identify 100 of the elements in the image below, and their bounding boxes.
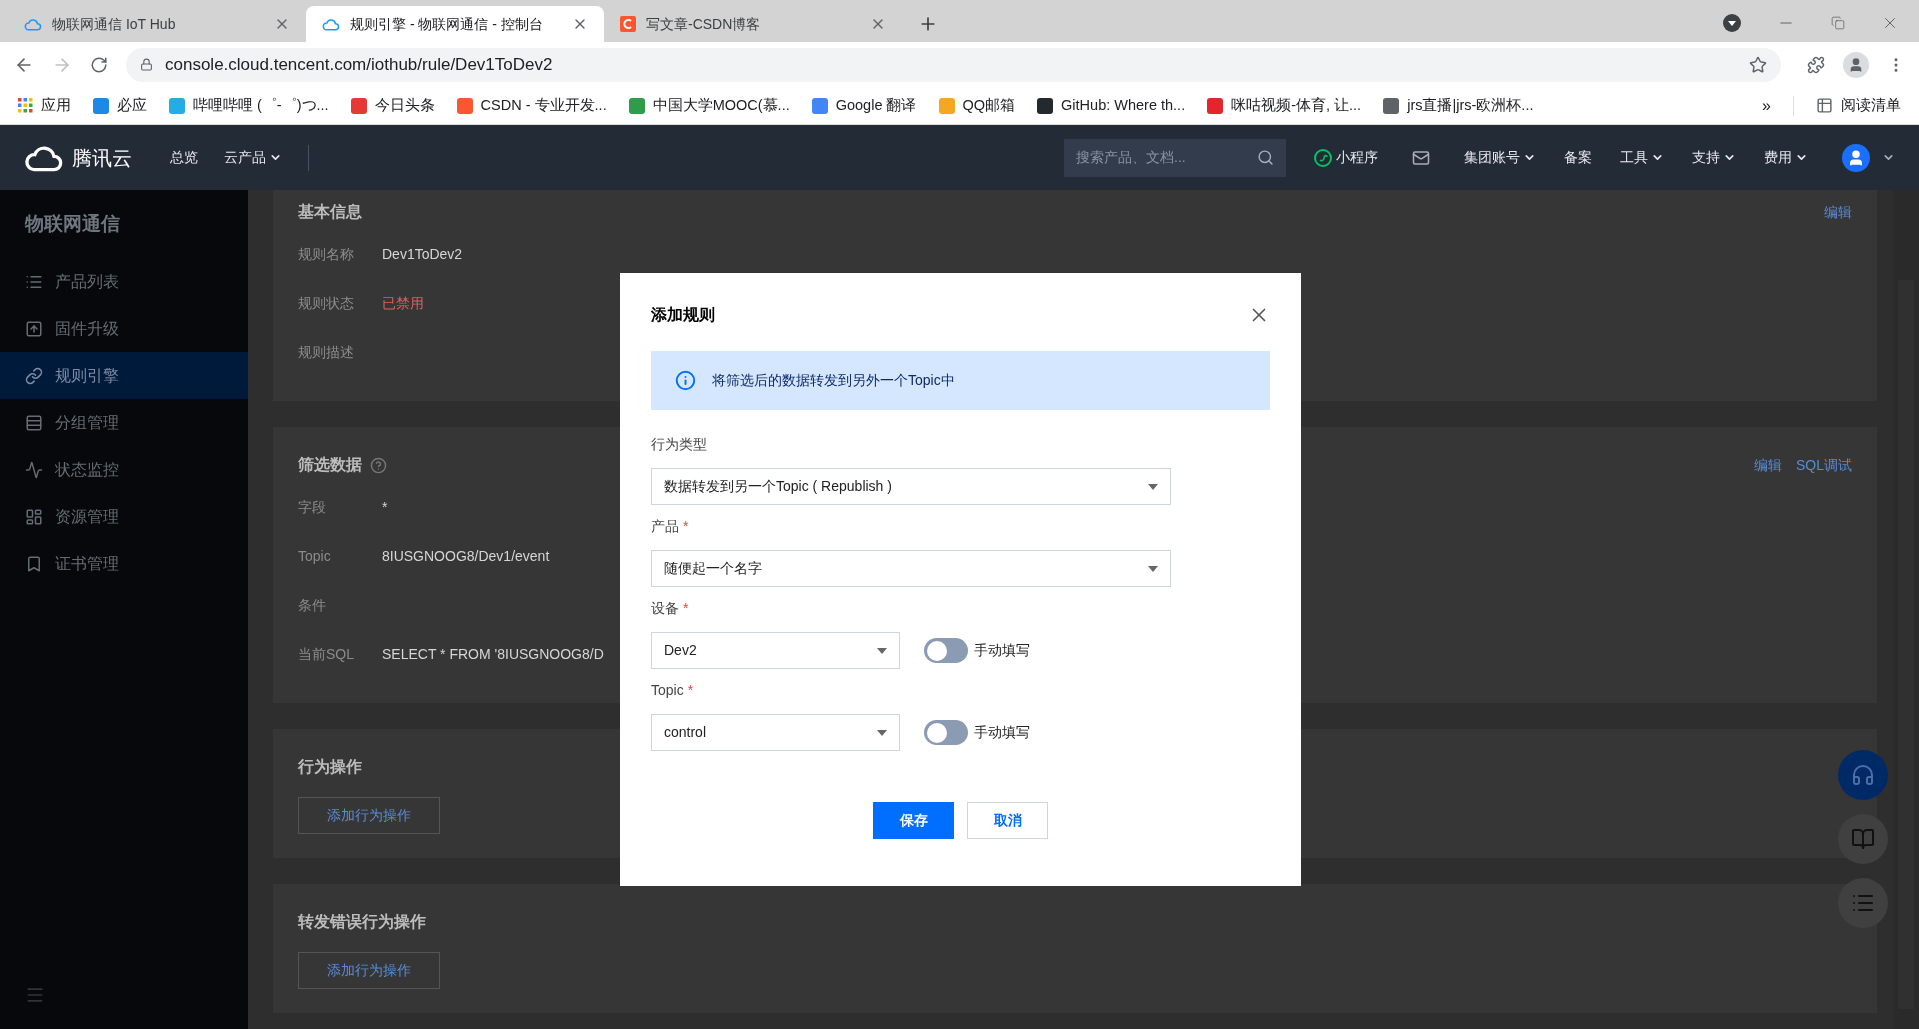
form-label: 产品 [651, 516, 679, 536]
sidebar-item[interactable]: 证书管理 [0, 540, 248, 587]
bookmark-link[interactable]: 今日头条 [350, 94, 435, 117]
notice-text: 将筛选后的数据转发到另外一个Topic中 [712, 371, 955, 390]
bookmark-link[interactable]: 应用 [18, 94, 71, 117]
headset-icon [1851, 763, 1875, 787]
mini-program-icon [1314, 148, 1332, 167]
dropdown-arrow-icon [877, 729, 887, 736]
field-value: SELECT * FROM '8IUSGNOOG8/D [382, 645, 604, 664]
tab-search-icon[interactable] [1723, 14, 1741, 32]
search-field[interactable]: 搜索产品、文档... [1064, 138, 1286, 177]
nav-menu-item[interactable]: 工具 [1620, 147, 1664, 168]
profile-avatar[interactable] [1843, 51, 1869, 78]
sidebar-item[interactable]: 固件升级 [0, 305, 248, 352]
search-placeholder: 搜索产品、文档... [1076, 148, 1187, 167]
sidebar-item[interactable]: 规则引擎 [0, 352, 248, 399]
tab-title: 写文章-CSDN博客 [646, 14, 762, 34]
reading-list-button[interactable]: 阅读清单 [1816, 94, 1901, 117]
tab-title: 物联网通信 IoT Hub [52, 14, 177, 34]
required-mark: * [687, 680, 694, 700]
mail-icon[interactable] [1412, 148, 1430, 167]
dropdown-arrow-icon [1148, 565, 1158, 572]
nav-link[interactable]: 云产品 [224, 147, 282, 168]
field-label: 规则描述 [298, 343, 355, 362]
more-bookmarks-button[interactable]: » [1762, 93, 1771, 118]
action-link[interactable]: 编辑 [1824, 201, 1852, 223]
field-label: 规则名称 [298, 245, 355, 264]
bookmark-link[interactable]: 咪咕视频-体育, 让... [1207, 94, 1362, 117]
section-title: 筛选数据 [298, 455, 362, 475]
field-label: 规则状态 [298, 294, 355, 313]
address-bar[interactable]: console.cloud.tencent.com/iothub/rule/Dev1ToDev2 [126, 47, 1781, 82]
nav-menu-item[interactable]: 支持 [1692, 147, 1736, 168]
browser-tab[interactable]: 规则引擎 - 物联网通信 - 控制台 [306, 6, 604, 42]
reload-icon[interactable] [90, 55, 108, 74]
cancel-button[interactable]: 取消 [967, 802, 1048, 839]
field-label: 字段 [298, 498, 327, 517]
bookmark-link[interactable]: QQ邮箱 [938, 94, 1016, 117]
menu-item-icon [25, 319, 43, 338]
nav-link[interactable]: 总览 [170, 147, 198, 168]
toggle-switch[interactable] [924, 720, 968, 745]
mini-program-link[interactable]: 小程序 [1314, 147, 1378, 168]
lock-icon [140, 58, 153, 71]
field-value: * [382, 498, 388, 517]
apps-grid-icon [18, 98, 33, 113]
field-label: 当前SQL [298, 645, 355, 664]
field-value: Dev1ToDev2 [382, 245, 463, 264]
browser-tab[interactable]: 物联网通信 IoT Hub [8, 6, 306, 42]
bookmark-link[interactable]: 中国大学MOOC(慕... [628, 94, 790, 117]
bookmark-link[interactable]: Google 翻译 [811, 94, 917, 117]
sidebar-item[interactable]: 资源管理 [0, 493, 248, 540]
add-action-button[interactable]: 添加行为操作 [298, 797, 440, 834]
select-field[interactable]: Dev2 [651, 632, 900, 669]
select-field[interactable]: 随便起一个名字 [651, 550, 1171, 587]
restore-icon[interactable] [1831, 16, 1845, 30]
bookmark-link[interactable]: jrs直播|jrs-欧洲杯... [1383, 94, 1534, 117]
field-value: 8IUSGNOOG8/Dev1/event [382, 547, 550, 566]
action-link[interactable]: 编辑 [1754, 454, 1782, 476]
form-label: 行为类型 [651, 434, 707, 454]
save-button[interactable]: 保存 [873, 802, 954, 839]
bookmark-link[interactable]: CSDN - 专业开发... [456, 94, 607, 117]
nav-menu-item[interactable]: 集团账号 [1464, 147, 1536, 168]
action-link[interactable]: SQL调试 [1796, 454, 1852, 476]
field-label: Topic [298, 547, 332, 566]
toggle-label: 手动填写 [974, 723, 1030, 742]
field-label: 条件 [298, 596, 327, 615]
menu-item-icon [25, 413, 43, 432]
menu-item-icon [25, 554, 43, 573]
required-mark: * [683, 516, 689, 536]
dropdown-arrow-icon [877, 647, 887, 654]
sidebar-title: 物联网通信 [23, 211, 121, 236]
bookmark-link[interactable]: 必应 [93, 94, 147, 117]
form-label: 设备 [651, 598, 679, 618]
sidebar-item[interactable]: 产品列表 [0, 258, 248, 305]
help-icon[interactable] [370, 456, 387, 474]
add-action-button[interactable]: 添加行为操作 [298, 952, 440, 989]
user-avatar[interactable] [1842, 143, 1870, 172]
bookmark-link[interactable]: GitHub: Where th... [1037, 94, 1186, 117]
nav-menu-item[interactable]: 费用 [1764, 147, 1808, 168]
dropdown-arrow-icon [1148, 483, 1158, 490]
brand-name: 腾讯云 [72, 145, 132, 171]
section-title: 转发错误行为操作 [298, 912, 426, 932]
dialog-title: 添加规则 [651, 305, 715, 325]
required-mark: * [683, 598, 689, 618]
select-field[interactable]: 数据转发到另一个Topic ( Republish ) [651, 468, 1171, 505]
info-icon [675, 370, 696, 391]
cloud-icon [322, 17, 340, 31]
bookmark-link[interactable]: 哔哩哔哩 (゜-゜)つ... [169, 94, 329, 117]
menu-item-icon [25, 366, 43, 385]
reading-list-icon [1816, 97, 1833, 114]
select-field[interactable]: control [651, 714, 900, 751]
tab-title: 规则引擎 - 物联网通信 - 控制台 [350, 14, 544, 34]
extensions-icon[interactable] [1807, 55, 1825, 74]
field-value: 已禁用 [382, 294, 424, 313]
bookmark-star-icon[interactable] [1749, 55, 1767, 74]
browser-tab[interactable]: 写文章-CSDN博客 [604, 6, 902, 42]
sidebar-item[interactable]: 分组管理 [0, 399, 248, 446]
logo-icon [620, 16, 636, 32]
sidebar-item[interactable]: 状态监控 [0, 446, 248, 493]
nav-menu-item[interactable]: 备案 [1564, 147, 1592, 168]
toggle-switch[interactable] [924, 638, 968, 663]
